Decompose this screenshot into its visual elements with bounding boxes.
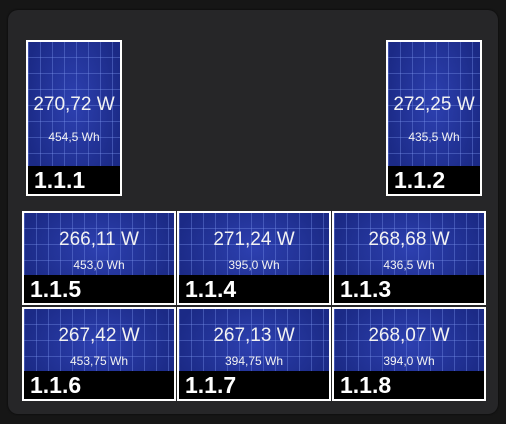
panel-id-label: 1.1.8 (334, 371, 484, 399)
solar-panel-1-1-4[interactable]: 271,24 W 395,0 Wh 1.1.4 (177, 211, 331, 305)
solar-panel-1-1-1[interactable]: 270,72 W 454,5 Wh 1.1.1 (26, 40, 122, 196)
solar-panel-1-1-6[interactable]: 267,42 W 453,75 Wh 1.1.6 (22, 307, 176, 401)
panel-id-label: 1.1.5 (24, 275, 174, 303)
panel-power: 266,11 W (59, 229, 139, 250)
solar-panel-card: 270,72 W 454,5 Wh 1.1.1 272,25 W 435,5 W… (8, 10, 498, 414)
panel-energy: 435,5 Wh (408, 130, 460, 144)
panel-id-label: 1.1.4 (179, 275, 329, 303)
panel-id-label: 1.1.1 (28, 166, 120, 194)
solar-panel-1-1-8[interactable]: 268,07 W 394,0 Wh 1.1.8 (332, 307, 486, 401)
panel-power: 271,24 W (213, 229, 295, 250)
panel-id-label: 1.1.3 (334, 275, 484, 303)
panel-energy: 394,0 Wh (383, 354, 435, 368)
panel-energy: 453,0 Wh (73, 258, 125, 272)
panel-energy: 453,75 Wh (69, 354, 129, 368)
panel-power: 270,72 W (33, 94, 115, 115)
panel-power: 267,13 W (213, 325, 295, 346)
panel-power: 272,25 W (393, 94, 475, 115)
panel-id-label: 1.1.6 (24, 371, 174, 399)
panel-id-label: 1.1.2 (388, 166, 480, 194)
solar-panel-1-1-3[interactable]: 268,68 W 436,5 Wh 1.1.3 (332, 211, 486, 305)
solar-panel-1-1-2[interactable]: 272,25 W 435,5 Wh 1.1.2 (386, 40, 482, 196)
panel-energy: 454,5 Wh (48, 130, 100, 144)
panel-power: 268,68 W (368, 229, 450, 250)
panel-energy: 394,75 Wh (224, 354, 284, 368)
panel-id-label: 1.1.7 (179, 371, 329, 399)
panel-energy: 436,5 Wh (383, 258, 435, 272)
panel-power: 268,07 W (368, 325, 450, 346)
solar-panel-1-1-7[interactable]: 267,13 W 394,75 Wh 1.1.7 (177, 307, 331, 401)
solar-panel-1-1-5[interactable]: 266,11 W 453,0 Wh 1.1.5 (22, 211, 176, 305)
panel-energy: 395,0 Wh (228, 258, 280, 272)
panel-power: 267,42 W (58, 325, 140, 346)
